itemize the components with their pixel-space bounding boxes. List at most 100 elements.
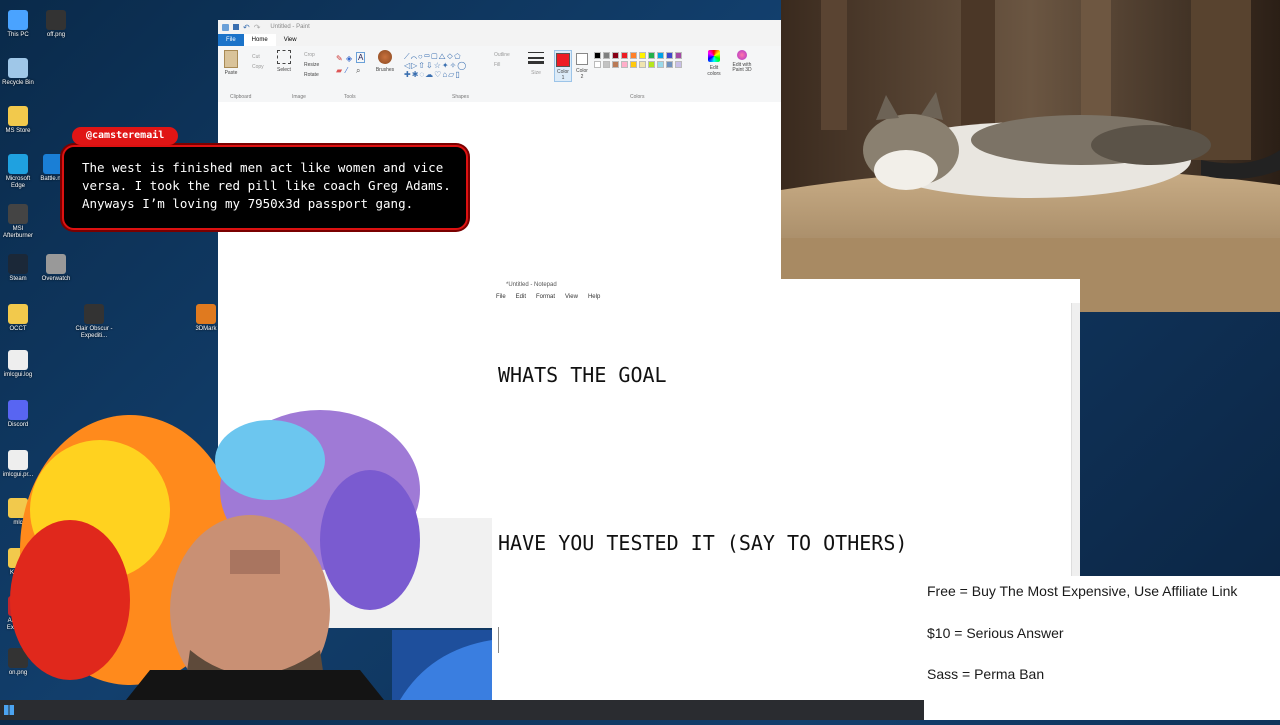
palette-swatch[interactable]	[666, 52, 673, 59]
palette-swatch[interactable]	[648, 61, 655, 68]
size-icon	[528, 52, 544, 59]
desktop-icon-label: Steam	[9, 276, 27, 282]
app-icon	[43, 154, 63, 174]
app-icon	[196, 304, 216, 324]
desktop-icon-label: Clair Obscur - Expediti...	[75, 326, 113, 339]
app-icon	[8, 154, 28, 174]
desktop-icon[interactable]: MSI Afterburner	[0, 204, 38, 240]
color2-swatch	[576, 53, 588, 65]
color2-button[interactable]: Color 2	[574, 50, 590, 80]
notepad-menu-view[interactable]: View	[565, 291, 578, 303]
notepad-menu-file[interactable]: File	[496, 291, 506, 303]
palette-swatch[interactable]	[657, 61, 664, 68]
color-picker-icon[interactable]: ⁄	[346, 66, 347, 75]
shapes-gallery[interactable]: ⟋⌒○▭▢△◇⬠ ◁▷⇧⇩☆✦✧◯ ✚✱◌☁♡⌂▱▯	[404, 52, 484, 82]
brushes-button[interactable]: Brushes	[374, 50, 396, 73]
magnifier-icon[interactable]: ⌕	[356, 66, 360, 76]
palette-swatch[interactable]	[666, 61, 673, 68]
copy-button[interactable]: Copy	[252, 64, 264, 70]
redo-icon[interactable]: ↷	[254, 23, 261, 32]
paste-label: Paste	[224, 70, 238, 76]
eraser-icon[interactable]: ▰	[336, 66, 342, 75]
fill-button[interactable]: Fill	[494, 62, 500, 68]
color1-label: Color 1	[557, 69, 569, 81]
taskbar	[0, 700, 924, 720]
desktop-icon-label: This PC	[7, 32, 29, 38]
desktop-icon[interactable]: Overwatch	[36, 254, 76, 283]
color1-button[interactable]: Color 1	[554, 50, 572, 82]
app-icon	[8, 350, 28, 370]
paint-titlebar[interactable]: ↶ ↷ Untitled - Paint	[218, 20, 781, 34]
notepad-menu-edit[interactable]: Edit	[516, 291, 526, 303]
palette-swatch[interactable]	[639, 61, 646, 68]
desktop-icon[interactable]: imlcgui.log	[0, 350, 38, 379]
paint-ribbon: Paste Cut Copy Clipboard Select Crop Res…	[218, 46, 781, 103]
palette-swatch[interactable]	[603, 52, 610, 59]
save-icon[interactable]	[233, 24, 239, 30]
windows-start-icon[interactable]	[4, 705, 14, 715]
paste-icon	[224, 50, 238, 68]
paint-title: Untitled - Paint	[270, 24, 310, 30]
desktop-icon-label: imlcgui.log	[3, 372, 33, 378]
desktop-icon[interactable]: off.png	[36, 10, 76, 39]
undo-icon[interactable]: ↶	[243, 23, 250, 32]
desktop-icon[interactable]: This PC	[0, 10, 38, 39]
app-icon	[8, 254, 28, 274]
app-icon	[84, 304, 104, 324]
desktop-icon[interactable]: Clair Obscur - Expediti...	[74, 304, 114, 340]
palette-swatch[interactable]	[621, 52, 628, 59]
group-colors: Colors	[630, 94, 645, 100]
cut-button[interactable]: Cut	[252, 54, 260, 60]
palette-swatch[interactable]	[621, 61, 628, 68]
notepad-titlebar[interactable]: *Untitled - Notepad	[492, 279, 1080, 291]
desktop-icon[interactable]: Recycle Bin	[0, 58, 38, 87]
desktop-icon[interactable]: MS Store	[0, 106, 38, 135]
app-icon	[8, 58, 28, 78]
paste-button[interactable]: Paste	[224, 50, 238, 82]
palette-swatch[interactable]	[675, 61, 682, 68]
pencil-icon[interactable]: ✎	[336, 54, 343, 63]
paint3d-icon	[737, 50, 747, 60]
crop-button[interactable]: Crop	[304, 52, 315, 58]
palette-swatch[interactable]	[648, 52, 655, 59]
notepad-menu-help[interactable]: Help	[588, 291, 600, 303]
notepad-menu-format[interactable]: Format	[536, 291, 555, 303]
paint-menu-home[interactable]: Home	[243, 34, 276, 46]
edit-paint3d-button[interactable]: Edit with Paint 3D	[728, 50, 756, 73]
palette-swatch[interactable]	[630, 61, 637, 68]
desktop-icon[interactable]: Steam	[0, 254, 38, 283]
paint-menu-file[interactable]: File	[218, 34, 244, 46]
notepad-text-area[interactable]: WHATS THE GOAL HAVE YOU TESTED IT (SAY T…	[498, 305, 907, 709]
palette-swatch[interactable]	[630, 52, 637, 59]
size-button[interactable]: Size	[528, 52, 544, 76]
notepad-line-1: WHATS THE GOAL	[498, 363, 667, 387]
palette-swatch[interactable]	[612, 52, 619, 59]
palette-swatch[interactable]	[675, 52, 682, 59]
app-icon	[8, 204, 28, 224]
select-button[interactable]: Select	[276, 50, 292, 73]
fill-bucket-icon[interactable]: ◈	[346, 54, 352, 63]
resize-button[interactable]: Resize	[304, 62, 319, 68]
text-cursor	[498, 627, 499, 653]
chat-message-text: The west is finished men act like women …	[82, 160, 451, 211]
edit-colors-button[interactable]: Edit colors	[704, 50, 724, 77]
outline-button[interactable]: Outline	[494, 52, 510, 58]
palette-swatch[interactable]	[603, 61, 610, 68]
text-tool-icon[interactable]: A	[356, 52, 366, 63]
app-icon	[46, 10, 66, 30]
rules-panel: Free = Buy The Most Expensive, Use Affil…	[924, 576, 1280, 720]
paint-menu-view[interactable]: View	[276, 34, 305, 46]
desktop-icon-label: Recycle Bin	[2, 80, 34, 86]
edit-colors-label: Edit colors	[707, 65, 721, 77]
app-icon	[8, 106, 28, 126]
palette-swatch[interactable]	[639, 52, 646, 59]
palette-swatch[interactable]	[594, 61, 601, 68]
desktop-icon[interactable]: OCCT	[0, 304, 38, 333]
palette-swatch[interactable]	[657, 52, 664, 59]
group-clipboard: Clipboard	[230, 94, 252, 100]
rotate-button[interactable]: Rotate	[304, 72, 319, 78]
notepad-line-2	[498, 445, 907, 473]
palette-swatch[interactable]	[594, 52, 601, 59]
edit-colors-icon	[708, 50, 720, 62]
palette-swatch[interactable]	[612, 61, 619, 68]
